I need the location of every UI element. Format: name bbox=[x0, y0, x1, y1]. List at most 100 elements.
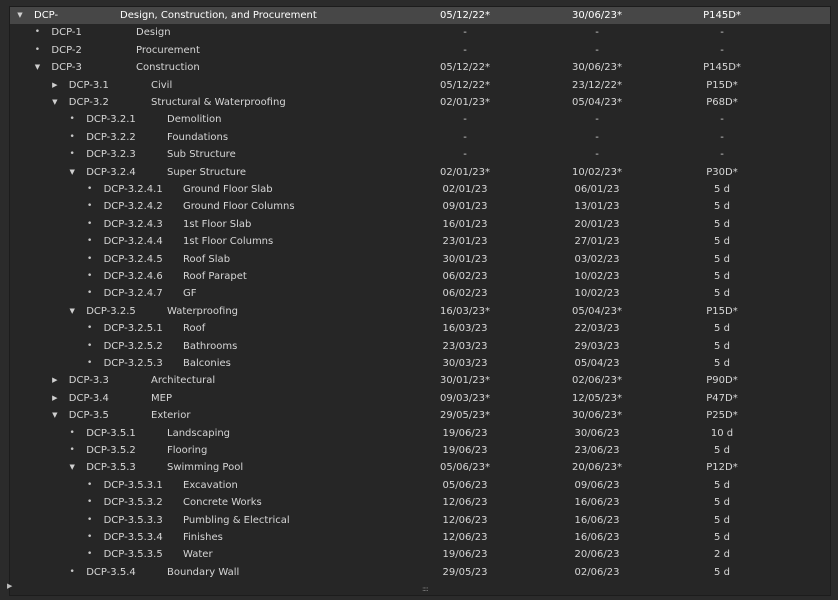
task-duration: 5 d bbox=[714, 184, 730, 195]
task-row[interactable]: • DCP-3.2.4.1 Ground Floor Slab 02/01/23 06/… bbox=[10, 181, 830, 198]
task-finish-date: 02/06/23 bbox=[574, 566, 620, 578]
task-finish-date: - bbox=[595, 131, 599, 143]
task-duration: 5 d bbox=[714, 271, 730, 282]
task-row[interactable]: • DCP-3.5.3.1 Excavation 05/06/23 09/06/23 5 … bbox=[10, 477, 830, 494]
task-name: Construction bbox=[136, 62, 200, 74]
task-start-date: 16/03/23* bbox=[440, 305, 490, 317]
task-duration: P47D* bbox=[706, 392, 738, 404]
task-row[interactable]: • DCP-3.2.2 Foundations - - - bbox=[10, 129, 830, 146]
task-row[interactable]: ▼ DCP-3.2.5 Waterproofing 16/03/23* 05/04/23… bbox=[10, 303, 830, 320]
task-row[interactable]: • DCP-3.5.3.3 Pumbling & Electrical 12/06/2… bbox=[10, 512, 830, 529]
task-finish-date: 30/06/23* bbox=[572, 410, 622, 422]
task-id: DCP-3.5.1 bbox=[86, 427, 136, 439]
task-row[interactable]: ▶ DCP-3.1 Civil 05/12/22* 23/12/22* P15D* bbox=[10, 77, 830, 94]
task-start-date: 12/06/23 bbox=[442, 514, 488, 526]
task-row[interactable]: ▼ DCP- Design, Construction, and Procureme… bbox=[10, 7, 830, 25]
task-duration: 5 d bbox=[714, 201, 730, 213]
task-row[interactable]: • DCP-3.5.3.2 Concrete Works 12/06/23 16/06/… bbox=[10, 494, 830, 511]
task-row[interactable]: • DCP-3.2.5.1 Roof 16/03/23 22/03/23 5 d bbox=[10, 320, 830, 337]
task-name: Design bbox=[136, 27, 171, 39]
task-name: Design, Construction, and Procurement bbox=[120, 10, 317, 21]
task-row[interactable]: • DCP-3.5.3.5 Water 19/06/23 20/06/23 2 d bbox=[10, 546, 830, 563]
task-name: Roof bbox=[183, 323, 206, 335]
task-row[interactable]: ▼ DCP-3.2 Structural & Waterproofing 02/01/… bbox=[10, 94, 830, 111]
task-id: DCP-1 bbox=[51, 27, 82, 39]
task-name: Demolition bbox=[167, 114, 222, 126]
task-row[interactable]: • DCP-3.2.4.7 GF 06/02/23 10/02/23 5 d bbox=[10, 285, 830, 302]
task-row[interactable]: ▼ DCP-3.5.3 Swimming Pool 05/06/23* 20/06/23… bbox=[10, 459, 830, 476]
task-duration: 5 d bbox=[714, 253, 730, 265]
task-finish-date: 27/01/23 bbox=[574, 236, 620, 248]
task-row[interactable]: • DCP-3.2.3 Sub Structure - - - bbox=[10, 146, 830, 163]
collapsed-arrow-icon[interactable]: ▶ bbox=[49, 372, 61, 389]
expanded-arrow-icon[interactable]: ▼ bbox=[66, 164, 78, 181]
task-row[interactable]: • DCP-3.5.3.4 Finishes 12/06/23 16/06/23 5 d bbox=[10, 529, 830, 546]
task-row[interactable]: • DCP-3.2.4.5 Roof Slab 30/01/23 03/02/23 5 d bbox=[10, 251, 830, 268]
expanded-arrow-icon[interactable]: ▼ bbox=[31, 59, 43, 76]
task-name: Sub Structure bbox=[167, 149, 236, 161]
task-duration: 5 d bbox=[714, 566, 730, 578]
task-name: Ground Floor Columns bbox=[183, 201, 295, 213]
task-name: Roof Slab bbox=[183, 253, 231, 265]
task-duration: P68D* bbox=[706, 97, 738, 108]
task-row[interactable]: ▶ DCP-3.4 MEP 09/03/23* 12/05/23* P47D* bbox=[10, 390, 830, 407]
task-finish-date: 10/02/23 bbox=[574, 288, 620, 300]
task-duration: 5 d bbox=[714, 479, 730, 491]
task-id: DCP-3.5.3 bbox=[86, 462, 136, 474]
collapsed-arrow-icon[interactable]: ▶ bbox=[7, 582, 12, 590]
task-name: Architectural bbox=[151, 375, 216, 387]
task-start-date: - bbox=[463, 44, 467, 56]
task-duration: 5 d bbox=[714, 236, 730, 248]
task-row[interactable]: • DCP-3.2.5.3 Balconies 30/03/23 05/04/23 5 d bbox=[10, 355, 830, 372]
task-start-date: 19/06/23 bbox=[442, 427, 488, 439]
task-row[interactable]: ▼ DCP-3 Construction 05/12/22* 30/06/23* P145… bbox=[10, 59, 830, 76]
expanded-arrow-icon[interactable]: ▼ bbox=[66, 303, 78, 320]
collapsed-arrow-icon[interactable]: ▶ bbox=[49, 390, 61, 407]
task-row[interactable]: • DCP-3.5.2 Flooring 19/06/23 23/06/23 5 d bbox=[10, 442, 830, 459]
task-row[interactable]: ▼ DCP-3.2.4 Super Structure 02/01/23* 10/02/… bbox=[10, 164, 830, 181]
expanded-arrow-icon[interactable]: ▼ bbox=[49, 94, 61, 111]
task-row[interactable]: • DCP-3.5.1 Landscaping 19/06/23 30/06/23 10 … bbox=[10, 425, 830, 442]
task-row[interactable]: • DCP-2 Procurement - - - bbox=[10, 42, 830, 59]
task-duration: 5 d bbox=[714, 218, 730, 230]
expanded-arrow-icon[interactable]: ▼ bbox=[49, 407, 61, 424]
task-duration: 5 d bbox=[714, 514, 730, 526]
task-id: DCP-3.2.5.3 bbox=[103, 358, 163, 369]
task-row[interactable]: • DCP-1 Design - - - bbox=[10, 24, 830, 41]
task-duration: 5 d bbox=[714, 288, 730, 300]
task-duration: P145D* bbox=[703, 10, 741, 21]
expanded-arrow-icon[interactable]: ▼ bbox=[66, 459, 78, 476]
task-duration: P12D* bbox=[706, 462, 738, 474]
task-row[interactable]: ▶ DCP-3.3 Architectural 30/01/23* 02/06/23* P… bbox=[10, 372, 830, 389]
bullet-icon: • bbox=[69, 445, 75, 455]
task-finish-date: 12/05/23* bbox=[572, 392, 622, 404]
task-row[interactable]: • DCP-3.2.4.2 Ground Floor Columns 09/01/23… bbox=[10, 198, 830, 215]
task-name: MEP bbox=[151, 392, 172, 404]
task-start-date: 29/05/23 bbox=[442, 566, 488, 578]
task-id: DCP-3.2.4.1 bbox=[103, 184, 163, 195]
task-row[interactable]: • DCP-3.2.1 Demolition - - - bbox=[10, 111, 830, 128]
expanded-arrow-icon[interactable]: ▼ bbox=[14, 7, 26, 24]
task-row[interactable]: • DCP-3.2.4.6 Roof Parapet 06/02/23 10/02/23… bbox=[10, 268, 830, 285]
task-row[interactable]: • DCP-3.5.4 Boundary Wall 29/05/23 02/06/23 5… bbox=[10, 564, 830, 581]
task-row[interactable]: • DCP-3.2.5.2 Bathrooms 23/03/23 29/03/23 5 d bbox=[10, 338, 830, 355]
task-row[interactable]: ▼ DCP-3.5 Exterior 29/05/23* 30/06/23* P25D* bbox=[10, 407, 830, 424]
task-id: DCP-3.2.4.2 bbox=[103, 201, 163, 213]
collapsed-arrow-icon[interactable]: ▶ bbox=[49, 77, 61, 94]
task-row[interactable]: • DCP-3.2.4.4 1st Floor Columns 23/01/23 27/… bbox=[10, 233, 830, 250]
task-duration: 10 d bbox=[710, 427, 734, 439]
task-finish-date: - bbox=[595, 27, 599, 39]
bullet-icon: • bbox=[69, 114, 75, 125]
task-name: Structural & Waterproofing bbox=[151, 97, 286, 108]
task-name: Pumbling & Electrical bbox=[183, 514, 290, 526]
resize-grip-icon[interactable]: :::: bbox=[422, 585, 429, 593]
task-row[interactable]: • DCP-3.2.4.3 1st Floor Slab 16/01/23 20/01/… bbox=[10, 216, 830, 233]
task-id: DCP-3.2.3 bbox=[86, 149, 136, 161]
task-id: DCP-3.5.3.4 bbox=[103, 532, 163, 543]
task-name: Water bbox=[183, 549, 213, 561]
task-name: Super Structure bbox=[167, 166, 246, 178]
task-duration: P145D* bbox=[703, 62, 741, 74]
bullet-icon: • bbox=[86, 218, 93, 229]
task-duration: 5 d bbox=[714, 340, 730, 352]
bullet-icon: • bbox=[34, 44, 41, 55]
